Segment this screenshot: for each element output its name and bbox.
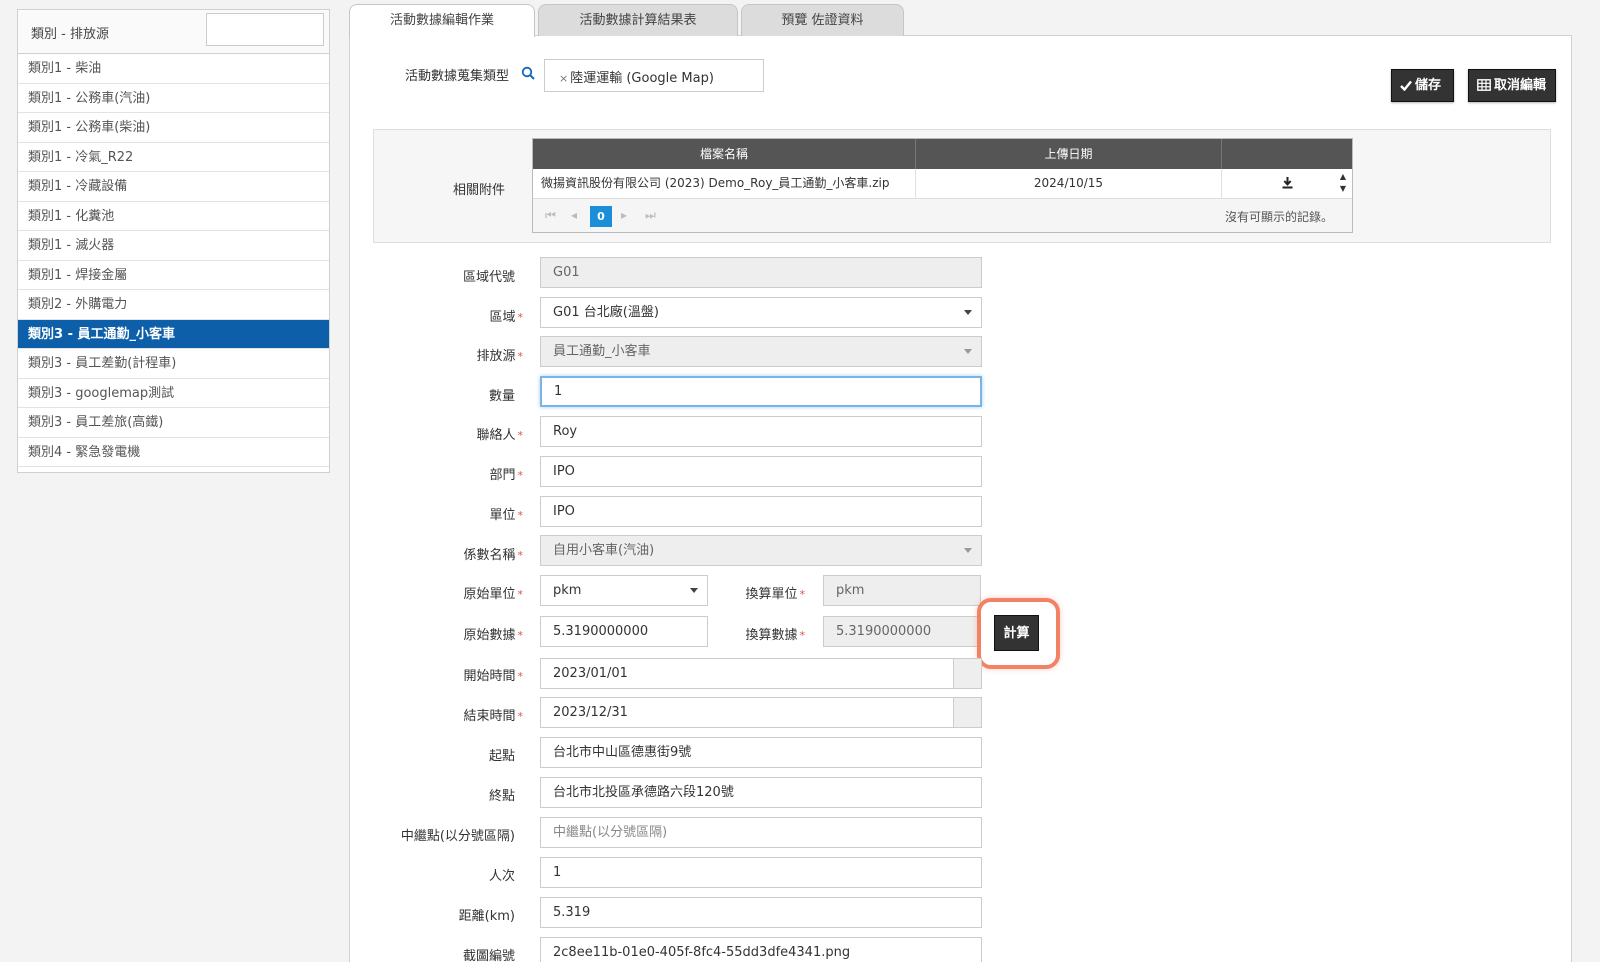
destination-input[interactable]: 台北市北投區承德路六段120號 — [540, 777, 982, 808]
sidebar-title: 類別 - 排放源 — [31, 27, 109, 42]
cancel-edit-label: 取消編輯 — [1494, 78, 1547, 93]
orig-data-label: 原始數據 * — [463, 628, 523, 643]
orig-data-input[interactable]: 5.3190000000 — [540, 616, 708, 647]
first-page-icon[interactable]: ⏮ — [545, 208, 556, 223]
factor-select: 自用小客車(汽油) — [540, 535, 982, 566]
end-date-input[interactable]: 2023/12/31 — [540, 697, 982, 728]
chevron-down-icon — [964, 548, 972, 553]
conv-data-label: 換算數據 * — [745, 628, 805, 643]
unit-input[interactable]: IPO — [540, 496, 982, 527]
destination-label: 終點 — [488, 789, 515, 804]
sidebar-item[interactable]: 類別2 - 外購電力 — [18, 290, 329, 320]
chevron-down-icon — [690, 588, 698, 593]
sidebar-item[interactable]: 類別1 - 柴油 — [18, 54, 329, 84]
tab-results[interactable]: 活動數據計算結果表 — [538, 4, 738, 36]
people-label: 人次 — [488, 869, 515, 884]
waypoints-input[interactable]: 中繼點(以分號區隔) — [540, 817, 982, 848]
sidebar-item[interactable]: 類別4 - 緊急發電機 — [18, 438, 329, 467]
sidebar-item[interactable]: 類別1 - 冷氣_R22 — [18, 143, 329, 172]
table-row[interactable]: 微揚資訊股份有限公司 (2023) Demo_Roy_員工通勤_小客車.zip … — [533, 169, 1352, 199]
grid-pager: ⏮ ◂ 0 ▸ ⏭ 沒有可顯示的記錄。 — [533, 199, 1352, 232]
sidebar-item[interactable]: 類別1 - 滅火器 — [18, 231, 329, 261]
cancel-edit-button[interactable]: 取消編輯 — [1468, 69, 1556, 102]
distance-label: 距離(km) — [458, 909, 515, 924]
sidebar-item[interactable]: 類別3 - googlemap測試 — [18, 379, 329, 408]
column-header-filename[interactable]: 檔案名稱 — [533, 139, 916, 169]
sidebar-list: 類別1 - 柴油 類別1 - 公務車(汽油) 類別1 - 公務車(柴油) 類別1… — [18, 54, 329, 467]
sidebar-item[interactable]: 類別1 - 化糞池 — [18, 202, 329, 231]
calendar-icon[interactable] — [953, 659, 981, 688]
people-input[interactable]: 1 — [540, 857, 982, 888]
collect-type-value: 陸運運輸 (Google Map) — [570, 71, 714, 86]
table-icon — [1477, 79, 1491, 91]
collect-type-label: 活動數據蒐集類型 — [405, 69, 510, 84]
factor-label: 係數名稱 * — [463, 548, 523, 563]
sidebar-item[interactable]: 類別1 - 焊接金屬 — [18, 261, 329, 290]
quantity-label: 數量 — [488, 389, 515, 404]
column-header-action — [1222, 139, 1352, 169]
sidebar-item[interactable]: 類別1 - 公務車(柴油) — [18, 113, 329, 143]
contact-label: 聯絡人 * — [476, 428, 523, 443]
unit-label: 單位 * — [489, 508, 523, 523]
tab-edit[interactable]: 活動數據編輯作業 — [349, 4, 535, 37]
conv-unit-field: pkm — [823, 575, 981, 606]
waypoints-label: 中繼點(以分號區隔) — [400, 829, 515, 844]
conv-unit-label: 換算單位 * — [745, 587, 805, 602]
quantity-input[interactable]: 1 — [540, 376, 982, 407]
sidebar-item[interactable]: 類別1 - 冷藏設備 — [18, 172, 329, 202]
attachments-label: 相關附件 — [453, 183, 506, 198]
grid-header: 檔案名稱 上傳日期 — [533, 139, 1352, 169]
distance-input[interactable]: 5.319 — [540, 897, 982, 928]
column-header-date[interactable]: 上傳日期 — [916, 139, 1222, 169]
calendar-icon[interactable] — [953, 698, 981, 727]
area-label: 區域 * — [489, 310, 523, 325]
chevron-down-icon — [964, 349, 972, 354]
next-page-icon[interactable]: ▸ — [621, 208, 627, 222]
start-time-label: 開始時間 * — [463, 669, 523, 684]
collect-type-select[interactable]: × 陸運運輸 (Google Map) — [544, 59, 764, 92]
pager-empty-text: 沒有可顯示的記錄。 — [1224, 210, 1333, 224]
screenshot-id-input[interactable]: 2c8ee11b-01e0-405f-8fc4-55dd3dfe4341.png — [540, 937, 982, 962]
conv-data-field: 5.3190000000 — [823, 616, 981, 647]
cell-date: 2024/10/15 — [916, 169, 1222, 198]
sidebar-item-active[interactable]: 類別3 - 員工通勤_小客車 — [18, 319, 329, 349]
orig-unit-select[interactable]: pkm — [540, 575, 708, 606]
sidebar-header: 類別 - 排放源 — [18, 10, 329, 54]
prev-page-icon[interactable]: ◂ — [571, 208, 577, 222]
last-page-icon[interactable]: ⏭ — [645, 208, 656, 223]
search-icon[interactable] — [521, 66, 535, 80]
source-select: 員工通勤_小客車 — [540, 336, 982, 367]
start-date-input[interactable]: 2023/01/01 — [540, 658, 982, 689]
screenshot-id-label: 截圖編號 — [462, 949, 515, 962]
origin-input[interactable]: 台北市中山區德惠街9號 — [540, 737, 982, 768]
grid-scrollbar[interactable]: ▲ ▼ — [1337, 171, 1349, 199]
sidebar-item[interactable]: 類別3 - 員工差勤(計程車) — [18, 349, 329, 379]
download-icon[interactable] — [1222, 169, 1352, 198]
save-button[interactable]: 儲存 — [1391, 69, 1454, 102]
calculate-button[interactable]: 計算 — [994, 615, 1039, 651]
check-icon — [1400, 80, 1412, 92]
calculate-highlight: 計算 — [977, 598, 1060, 669]
current-page[interactable]: 0 — [590, 206, 612, 227]
contact-input[interactable]: Roy — [540, 416, 982, 447]
orig-unit-label: 原始單位 * — [463, 587, 523, 602]
remove-tag-icon[interactable]: × — [559, 72, 568, 85]
sidebar-item[interactable]: 類別1 - 公務車(汽油) — [18, 84, 329, 113]
area-select[interactable]: G01 台北廠(溫盤) — [540, 297, 982, 328]
save-label: 儲存 — [1415, 78, 1442, 93]
sidebar-item[interactable]: 類別3 - 員工差旅(高鐵) — [18, 408, 329, 438]
department-input[interactable]: IPO — [540, 456, 982, 487]
cell-filename: 微揚資訊股份有限公司 (2023) Demo_Roy_員工通勤_小客車.zip — [533, 169, 916, 198]
source-label: 排放源 * — [476, 349, 523, 364]
sidebar: 類別 - 排放源 類別1 - 柴油 類別1 - 公務車(汽油) 類別1 - 公務… — [17, 9, 330, 473]
end-time-label: 結束時間 * — [463, 709, 523, 724]
origin-label: 起點 — [488, 749, 515, 764]
area-code-field: G01 — [540, 257, 982, 288]
tab-preview[interactable]: 預覽 佐證資料 — [741, 4, 904, 36]
area-code-label: 區域代號 — [462, 270, 515, 285]
attachments-grid: 檔案名稱 上傳日期 微揚資訊股份有限公司 (2023) Demo_Roy_員工通… — [532, 138, 1353, 233]
sidebar-search-input[interactable] — [206, 13, 324, 46]
chevron-down-icon — [964, 310, 972, 315]
department-label: 部門 * — [489, 468, 523, 483]
